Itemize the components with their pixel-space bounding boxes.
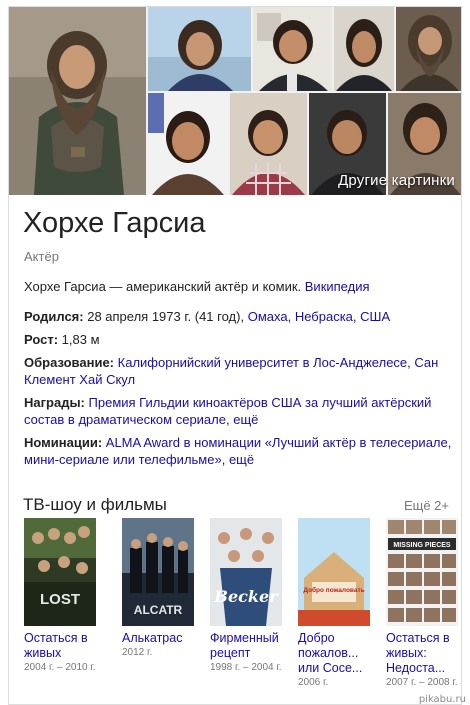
show-title[interactable]: Алькатрас xyxy=(122,631,196,646)
main-photo[interactable] xyxy=(9,7,146,195)
description-text: Хорхе Гарсиа — американский актёр и коми… xyxy=(24,279,302,294)
show-years: 2004 г. – 2010 г. xyxy=(24,662,96,673)
awards-more-link[interactable]: ещё xyxy=(233,412,258,427)
birthplace-city-link[interactable]: Омаха xyxy=(248,309,288,324)
fact-label: Номинации: xyxy=(24,435,103,450)
knowledge-panel: Другие картинки Хорхе Гарсиа Актёр Хорхе… xyxy=(8,6,462,705)
show-title[interactable]: Остаться в живых: Недоста... xyxy=(386,631,460,676)
show-title[interactable]: Фирменный рецепт xyxy=(210,631,284,661)
photo-3[interactable] xyxy=(253,7,332,91)
more-images-link[interactable]: Другие картинки xyxy=(338,172,455,189)
photo-6[interactable] xyxy=(148,93,228,195)
nominations-more-link[interactable]: ещё xyxy=(229,452,254,467)
entity-description: Хорхе Гарсиа — американский актёр и коми… xyxy=(24,278,452,295)
fact-label: Родился: xyxy=(24,309,84,324)
birthplace-country-link[interactable]: США xyxy=(360,309,390,324)
poster-text: ALCATR xyxy=(134,603,183,617)
poster-text: Добро пожаловать xyxy=(303,586,364,594)
photo-4[interactable] xyxy=(334,7,394,91)
show-years: 2012 г. xyxy=(122,647,153,658)
facts-list: Родился: 28 апреля 1973 г. (41 год), Ома… xyxy=(24,308,452,474)
show-years: 1998 г. – 2004 г. xyxy=(210,662,282,673)
fact-label: Рост: xyxy=(24,332,59,347)
entity-title: Хорхе Гарсиа xyxy=(23,207,206,239)
show-poster[interactable]: Becker xyxy=(210,518,282,626)
photo-2[interactable] xyxy=(148,7,251,91)
show-poster[interactable]: ALCATR xyxy=(122,518,194,626)
show-years: 2006 г. xyxy=(298,677,329,688)
shows-section-title: ТВ-шоу и фильмы xyxy=(23,495,167,514)
poster-text: LOST xyxy=(40,591,80,608)
poster-text: Becker xyxy=(213,587,279,606)
poster-text: MISSING PIECES xyxy=(393,542,451,549)
image-gallery[interactable]: Другие картинки xyxy=(9,7,461,195)
show-poster[interactable]: LOST xyxy=(24,518,96,626)
fact-height: Рост: 1,83 м xyxy=(24,331,452,348)
show-tile[interactable]: LOST Остаться в живых 2004 г. – 2010 г. xyxy=(24,518,98,674)
fact-label: Образование: xyxy=(24,355,115,370)
fact-value: 28 апреля 1973 г. (41 год), xyxy=(87,309,245,324)
show-tile[interactable]: Добро пожаловать Добро пожалов... или Со… xyxy=(298,518,372,689)
fact-nominations: Номинации: ALMA Award в номинации «Лучши… xyxy=(24,435,452,467)
show-years: 2007 г. – 2008 г. xyxy=(386,677,458,688)
fact-awards: Награды: Премия Гильдии киноактёров США … xyxy=(24,395,432,427)
fact-education: Образование: Калифорнийский университет … xyxy=(24,354,452,388)
watermark: pikabu.ru xyxy=(418,694,466,705)
show-poster[interactable]: MISSING PIECES xyxy=(386,518,458,626)
show-tile[interactable]: ALCATR Алькатрас 2012 г. xyxy=(122,518,196,659)
shows-carousel: LOST Остаться в живых 2004 г. – 2010 г. … xyxy=(24,518,458,704)
entity-subtitle: Актёр xyxy=(24,249,59,264)
fact-label: Награды: xyxy=(24,395,85,410)
show-tile[interactable]: MISSING PIECES Остаться в живых: Недоста… xyxy=(386,518,460,689)
show-title[interactable]: Добро пожалов... или Сосе... xyxy=(298,631,372,676)
fact-born: Родился: 28 апреля 1973 г. (41 год), Ома… xyxy=(24,309,391,324)
fact-value: 1,83 м xyxy=(61,332,100,347)
show-poster[interactable]: Добро пожаловать xyxy=(298,518,370,626)
show-title[interactable]: Остаться в живых xyxy=(24,631,98,661)
birthplace-state-link[interactable]: Небраска xyxy=(295,309,353,324)
wikipedia-link[interactable]: Википедия xyxy=(305,279,370,294)
photo-7[interactable] xyxy=(230,93,307,195)
award-link[interactable]: Премия Гильдии киноактёров США за лучший… xyxy=(24,395,431,427)
shows-more-link[interactable]: Ещё 2+ xyxy=(404,498,449,513)
show-tile[interactable]: Becker Фирменный рецепт 1998 г. – 2004 г… xyxy=(210,518,284,674)
photo-5[interactable] xyxy=(396,7,461,91)
